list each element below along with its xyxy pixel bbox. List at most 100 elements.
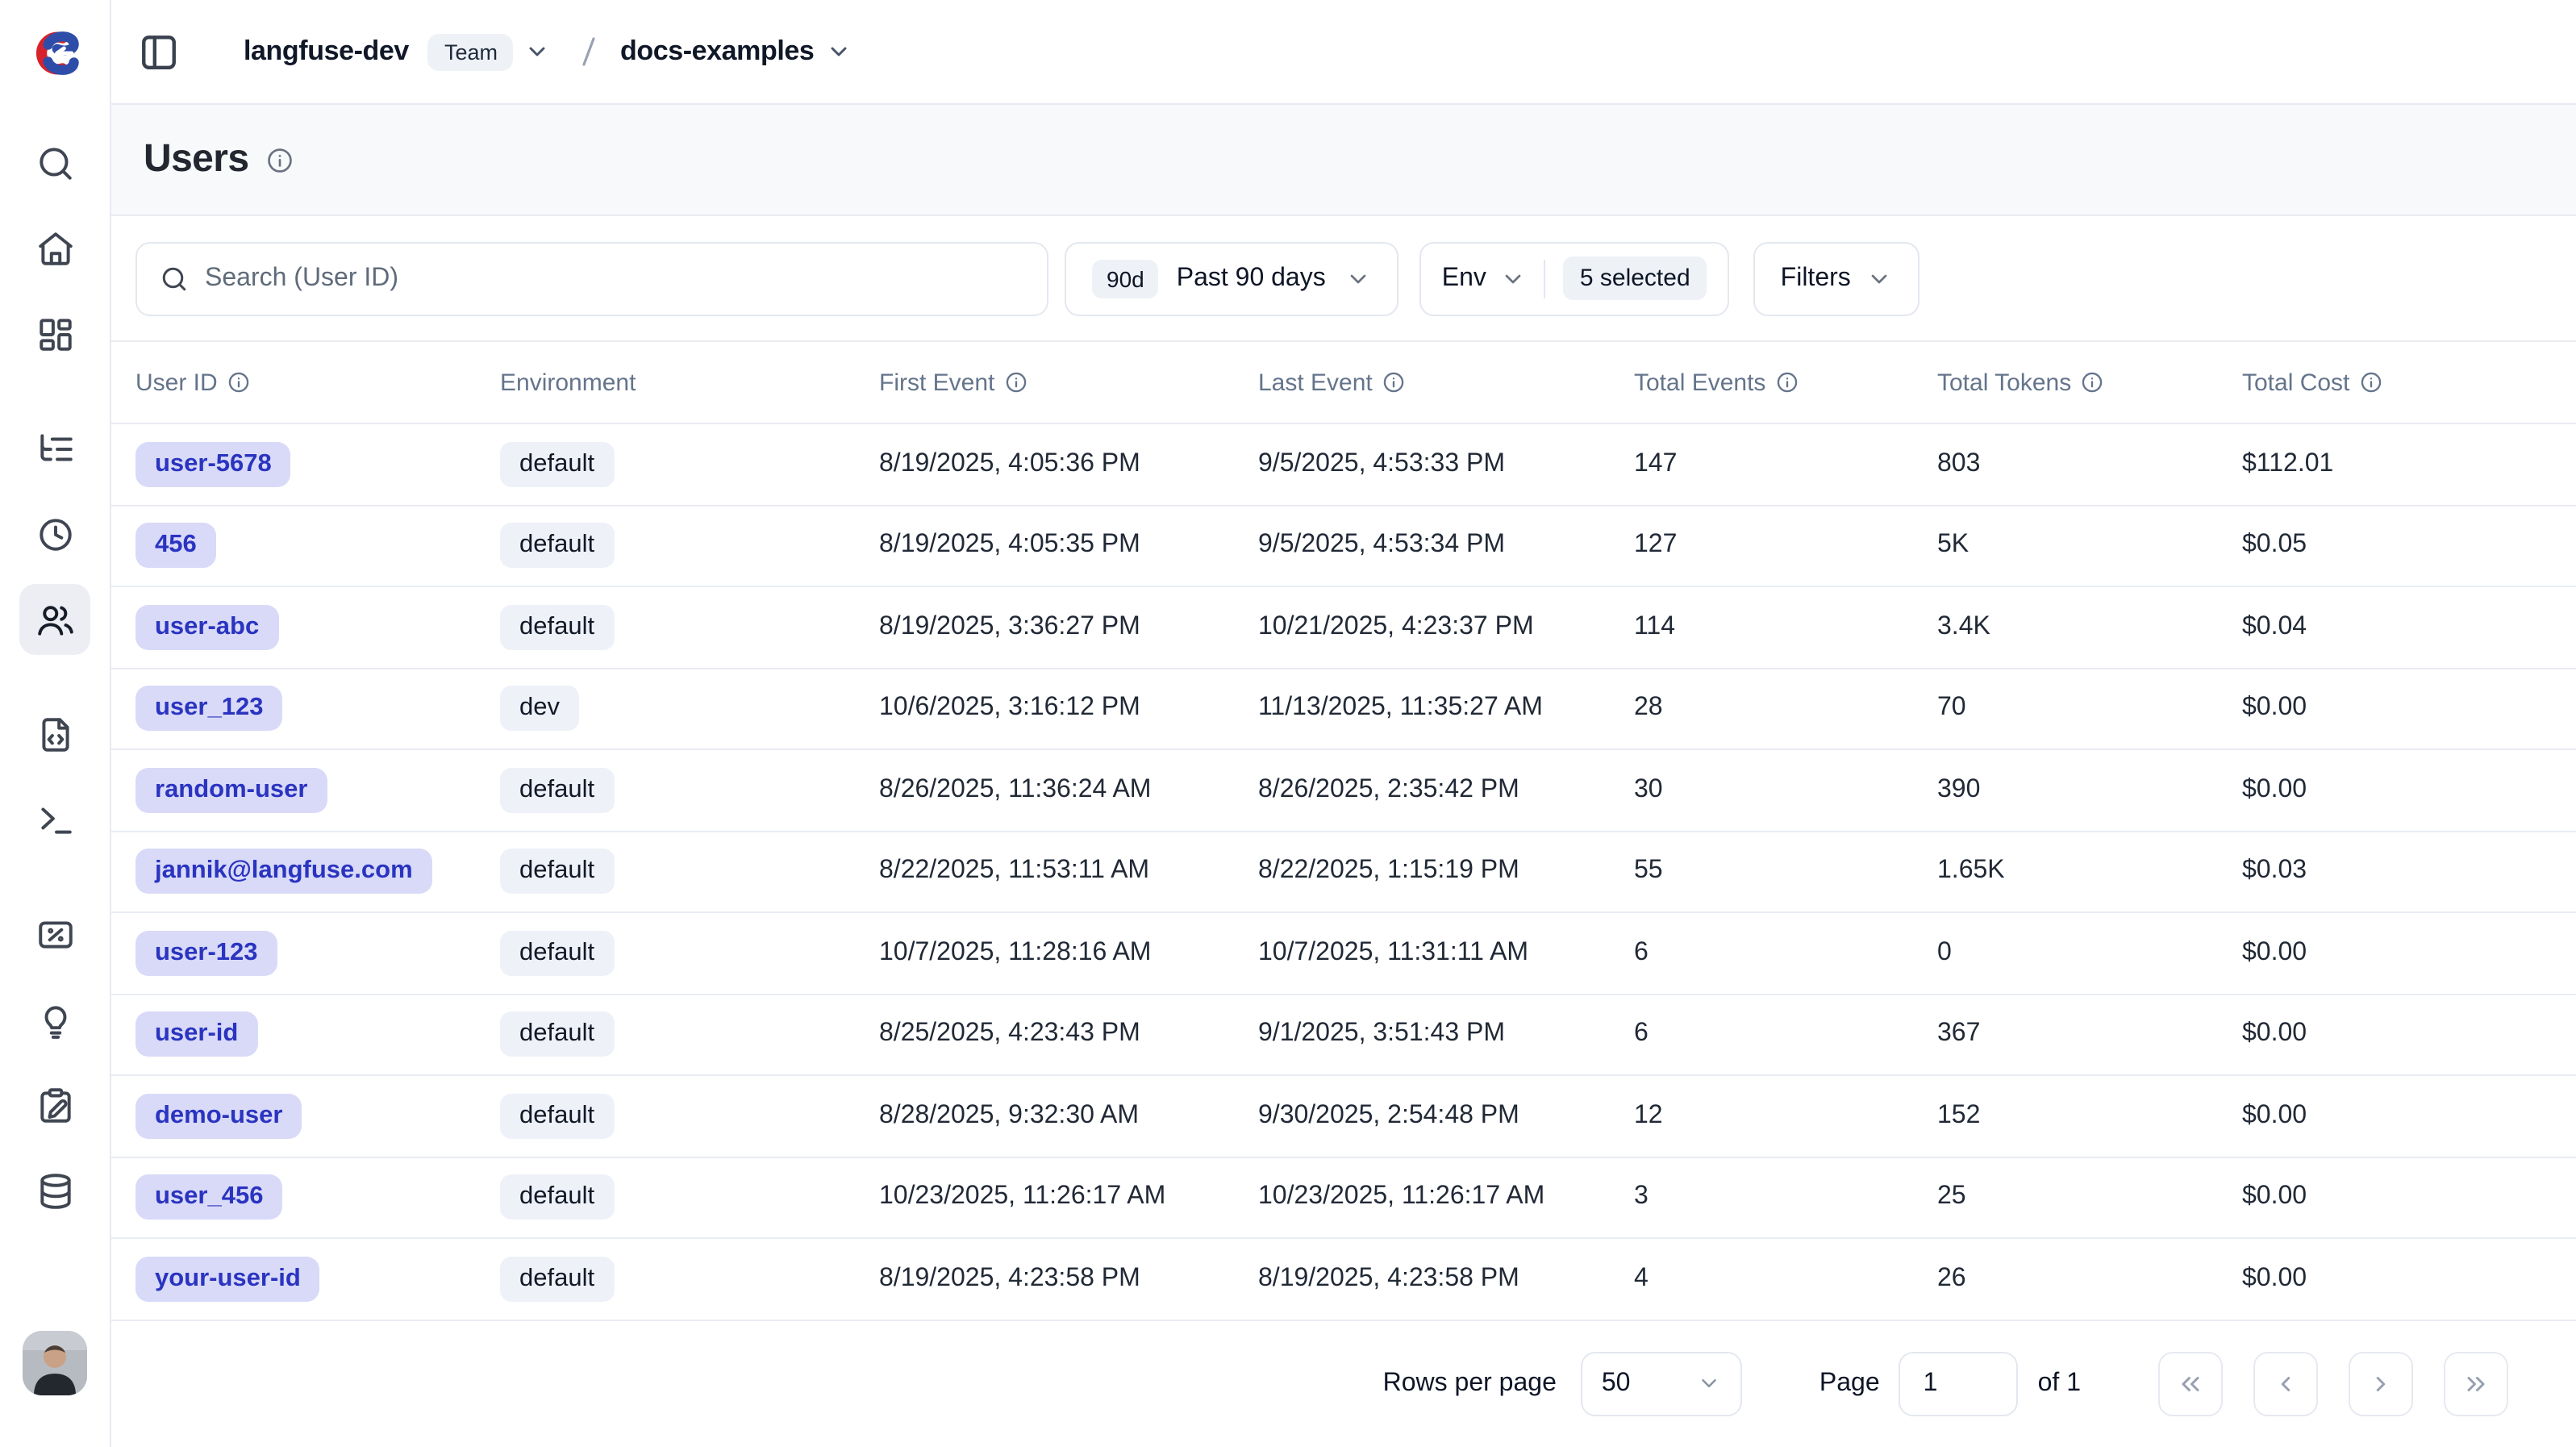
table-row[interactable]: your-user-id default 8/19/2025, 4:23:58 … — [111, 1239, 2576, 1320]
first-event-cell: 8/19/2025, 4:23:58 PM — [879, 1265, 1258, 1294]
avatar-photo — [23, 1331, 87, 1395]
user-id-badge[interactable]: your-user-id — [135, 1257, 320, 1302]
user-id-badge[interactable]: user-123 — [135, 931, 277, 976]
table-row[interactable]: user_456 default 10/23/2025, 11:26:17 AM… — [111, 1157, 2576, 1239]
user-avatar[interactable] — [23, 1331, 87, 1395]
org-switcher-button[interactable] — [525, 39, 551, 65]
rows-per-page-select[interactable]: 50 — [1581, 1352, 1742, 1416]
total-events-cell: 6 — [1634, 939, 1937, 968]
chevron-down-icon — [1867, 265, 1893, 291]
last-event-cell: 10/21/2025, 4:23:37 PM — [1258, 613, 1634, 642]
user-id-badge[interactable]: jannik@langfuse.com — [135, 849, 432, 894]
user-id-badge[interactable]: random-user — [135, 768, 327, 813]
search-icon — [160, 264, 189, 293]
column-header[interactable]: Total Cost — [2242, 369, 2576, 396]
page-title-info-button[interactable] — [266, 146, 294, 173]
total-tokens-cell: 152 — [1937, 1102, 2242, 1131]
user-id-badge[interactable]: user_123 — [135, 686, 282, 732]
sidebar-item-dashboards[interactable] — [19, 298, 90, 369]
table-row[interactable]: random-user default 8/26/2025, 11:36:24 … — [111, 750, 2576, 832]
sidebar-item-playground[interactable] — [19, 784, 90, 855]
project-name[interactable]: docs-examples — [620, 35, 815, 68]
langfuse-logo[interactable] — [0, 0, 110, 105]
table-row[interactable]: user-123 default 10/7/2025, 11:28:16 AM … — [111, 913, 2576, 995]
filters-button[interactable]: Filters — [1753, 241, 1920, 315]
chevron-down-icon — [1501, 265, 1527, 291]
filters-label: Filters — [1781, 264, 1851, 293]
org-name[interactable]: langfuse-dev — [244, 35, 409, 68]
last-page-button[interactable] — [2444, 1352, 2508, 1416]
last-event-cell: 9/1/2025, 3:51:43 PM — [1258, 1020, 1634, 1049]
column-header[interactable]: First Event — [879, 369, 1258, 396]
user-id-badge[interactable]: user-id — [135, 1012, 257, 1057]
table-row[interactable]: user-5678 default 8/19/2025, 4:05:36 PM … — [111, 424, 2576, 506]
sidebar-item-tracing[interactable] — [19, 413, 90, 484]
sidebar-item-evaluation[interactable] — [19, 899, 90, 970]
table-row[interactable]: user_123 dev 10/6/2025, 3:16:12 PM 11/13… — [111, 669, 2576, 750]
chevrons-right-icon — [2461, 1370, 2491, 1399]
sidebar-item-datasets[interactable] — [19, 1155, 90, 1226]
user-id-badge[interactable]: user-5678 — [135, 442, 291, 487]
first-event-cell: 10/6/2025, 3:16:12 PM — [879, 694, 1258, 724]
environment-filter-button[interactable]: Env 5 selected — [1419, 241, 1729, 315]
total-tokens-cell: 1.65K — [1937, 857, 2242, 886]
column-header[interactable]: User ID — [135, 369, 500, 396]
previous-page-button[interactable] — [2253, 1352, 2318, 1416]
table-row[interactable]: user-abc default 8/19/2025, 3:36:27 PM 1… — [111, 587, 2576, 669]
page-number-input[interactable] — [1899, 1352, 2019, 1416]
date-range-button[interactable]: 90d Past 90 days — [1065, 241, 1398, 315]
sidebar-item-insights[interactable] — [19, 984, 90, 1055]
environment-filter-label: Env — [1442, 264, 1486, 293]
total-events-cell: 4 — [1634, 1265, 1937, 1294]
user-id-badge[interactable]: user_456 — [135, 1175, 282, 1220]
user-id-badge[interactable]: 456 — [135, 523, 216, 569]
sidebar-item-annotation[interactable] — [19, 1070, 90, 1141]
user-id-badge[interactable]: user-abc — [135, 605, 278, 650]
last-event-cell: 10/7/2025, 11:31:11 AM — [1258, 939, 1634, 968]
sidebar-item-search[interactable] — [19, 127, 90, 198]
first-event-cell: 8/19/2025, 3:36:27 PM — [879, 613, 1258, 642]
column-header[interactable]: Total Tokens — [1937, 369, 2242, 396]
last-event-cell: 10/23/2025, 11:26:17 AM — [1258, 1183, 1634, 1212]
search-input[interactable] — [205, 264, 1024, 293]
total-cost-cell: $0.00 — [2242, 939, 2576, 968]
column-header[interactable]: Total Events — [1634, 369, 1937, 396]
info-icon — [1004, 371, 1027, 394]
table-row[interactable]: user-id default 8/25/2025, 4:23:43 PM 9/… — [111, 995, 2576, 1076]
table-row[interactable]: demo-user default 8/28/2025, 9:32:30 AM … — [111, 1076, 2576, 1157]
file-code-icon — [35, 714, 75, 754]
last-event-cell: 9/5/2025, 4:53:34 PM — [1258, 532, 1634, 561]
user-id-badge[interactable]: demo-user — [135, 1094, 302, 1139]
table-row[interactable]: 456 default 8/19/2025, 4:05:35 PM 9/5/20… — [111, 506, 2576, 587]
column-header[interactable]: Environment — [500, 369, 879, 396]
pager-buttons — [2158, 1352, 2508, 1416]
environment-badge: default — [500, 931, 614, 976]
sidebar-item-users[interactable] — [19, 584, 90, 655]
first-page-button[interactable] — [2158, 1352, 2223, 1416]
environment-selected-badge: 5 selected — [1564, 256, 1707, 300]
top-bar: langfuse-dev Team docs-examples — [111, 0, 2576, 105]
sidebar-item-sessions[interactable] — [19, 498, 90, 569]
environment-badge: default — [500, 1012, 614, 1057]
column-header[interactable]: Last Event — [1258, 369, 1634, 396]
date-range-shortcut-badge: 90d — [1092, 259, 1159, 298]
total-tokens-cell: 3.4K — [1937, 613, 2242, 642]
sidebar-item-prompts[interactable] — [19, 698, 90, 769]
project-switcher-button[interactable] — [825, 39, 851, 65]
total-cost-cell: $112.01 — [2242, 450, 2576, 479]
main-content: langfuse-dev Team docs-examples Users — [111, 0, 2576, 1447]
last-event-cell: 9/5/2025, 4:53:33 PM — [1258, 450, 1634, 479]
total-cost-cell: $0.00 — [2242, 1183, 2576, 1212]
sidebar-toggle-button[interactable] — [129, 23, 187, 81]
environment-badge: default — [500, 1175, 614, 1220]
page-count-label: of 1 — [2038, 1370, 2081, 1399]
total-tokens-cell: 5K — [1937, 532, 2242, 561]
org-plan-badge: Team — [428, 33, 514, 70]
sidebar-item-home[interactable] — [19, 213, 90, 284]
environment-badge: default — [500, 1094, 614, 1139]
table-row[interactable]: jannik@langfuse.com default 8/22/2025, 1… — [111, 832, 2576, 913]
total-cost-cell: $0.03 — [2242, 857, 2576, 886]
search-box[interactable] — [135, 241, 1048, 315]
next-page-button[interactable] — [2349, 1352, 2413, 1416]
total-cost-cell: $0.00 — [2242, 1102, 2576, 1131]
